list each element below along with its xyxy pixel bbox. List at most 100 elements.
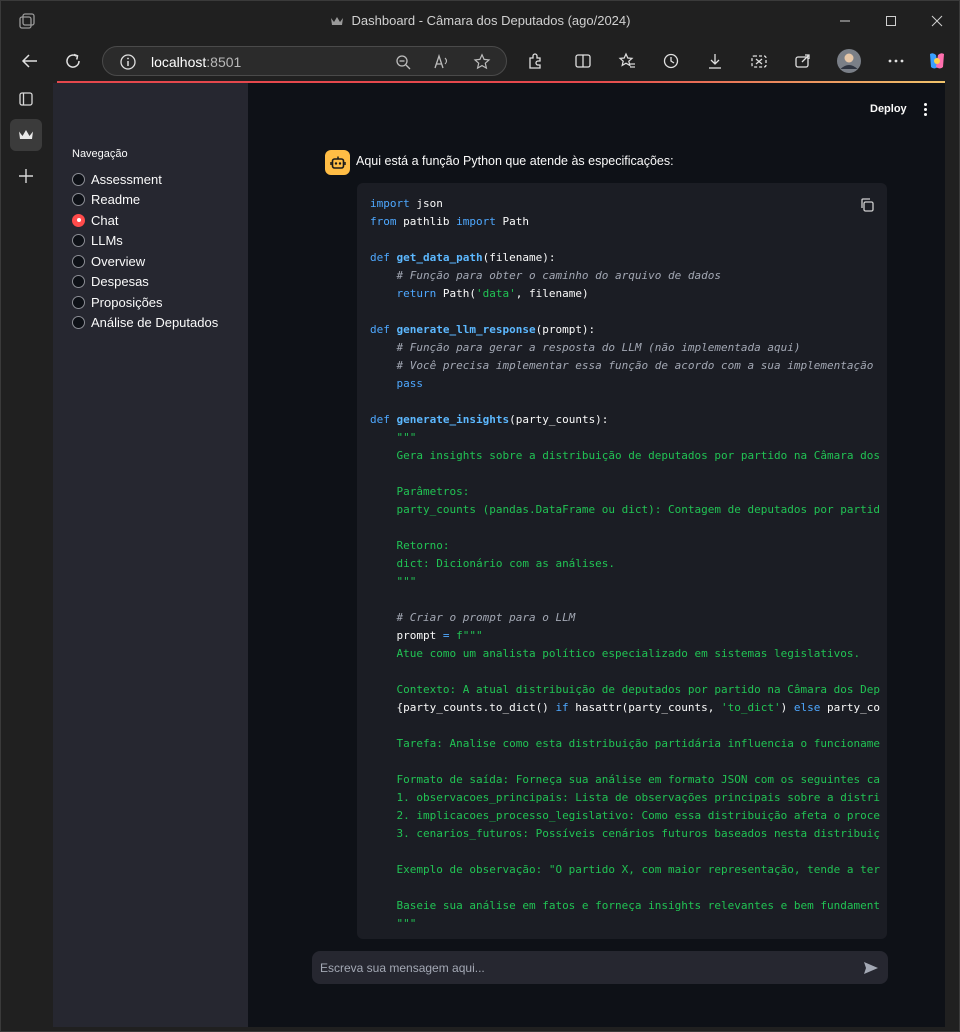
nav-option-label: Assessment [91, 171, 162, 187]
radio-button[interactable] [72, 234, 85, 248]
code-token: import [456, 215, 496, 228]
code-line: def generate_insights(party_counts): [370, 411, 880, 429]
profile-button[interactable] [834, 47, 864, 75]
nav-option-llms[interactable]: LLMs [72, 231, 218, 252]
screenshot-button[interactable] [744, 47, 774, 75]
read-aloud-button[interactable] [430, 51, 454, 73]
code-token: ) [780, 701, 794, 714]
assistant-message-text: Aqui está a função Python que atende às … [356, 154, 674, 168]
robot-icon [329, 156, 346, 169]
tab-actions-button[interactable] [10, 83, 42, 115]
code-token: Path( [436, 287, 476, 300]
more-button[interactable] [881, 47, 911, 75]
code-token: party_co [820, 701, 880, 714]
add-favorite-button[interactable] [470, 51, 494, 73]
address-bar[interactable]: localhost:8501 [102, 46, 507, 76]
radio-button[interactable] [72, 316, 85, 330]
code-token: Formato de saída: Forneça sua análise em… [396, 773, 880, 786]
sidebar: Navegação Assessment Readme Chat LLMs Ov… [53, 83, 248, 1027]
favorites-button[interactable] [612, 47, 642, 75]
send-icon[interactable] [863, 960, 879, 976]
code-token: (prompt): [535, 323, 596, 336]
nav-option-analise-deputados[interactable]: Análise de Deputados [72, 313, 218, 334]
radio-button[interactable] [72, 295, 85, 309]
assistant-avatar [325, 150, 350, 175]
url-text[interactable]: localhost:8501 [151, 54, 241, 70]
back-button[interactable] [15, 47, 45, 75]
maximize-icon [886, 16, 896, 26]
split-screen-button[interactable] [568, 47, 598, 75]
code-token: Parâmetros: [396, 485, 470, 498]
code-token: pass [396, 377, 424, 390]
nav-option-despesas[interactable]: Despesas [72, 272, 218, 293]
close-button[interactable] [919, 9, 955, 33]
share-button[interactable] [788, 47, 818, 75]
nav-option-label: Chat [91, 212, 119, 228]
code-token: Baseie sua análise em fatos e forneça in… [396, 899, 880, 912]
nav-option-assessment[interactable]: Assessment [72, 169, 218, 190]
code-content: import json from pathlib import Path def … [370, 195, 880, 933]
radio-button[interactable] [72, 254, 85, 268]
code-line: prompt = f""" [370, 627, 880, 645]
copilot-icon [930, 53, 944, 69]
radio-button[interactable] [72, 275, 85, 289]
minimize-button[interactable] [827, 9, 863, 33]
code-token: # Você precisa implementar essa função d… [396, 359, 874, 372]
code-token: 3. cenarios_futuros: Possíveis cenários … [396, 827, 880, 840]
downloads-icon [709, 54, 721, 69]
code-token: f""" [456, 629, 483, 642]
main-menu-button[interactable] [919, 99, 931, 119]
code-token: hasattr(party_counts, [568, 701, 722, 714]
window-title: Dashboard - Câmara dos Deputados (ago/20… [1, 13, 959, 28]
history-icon [663, 53, 679, 69]
zoom-button[interactable] [391, 51, 415, 73]
radio-button-selected[interactable] [72, 213, 85, 227]
code-token: Contexto: A atual distribuição de deputa… [396, 683, 880, 696]
code-token: from [370, 215, 397, 228]
streamlit-app: Navegação Assessment Readme Chat LLMs Ov… [53, 83, 945, 1027]
chat-input[interactable]: Escreva sua mensagem aqui... [312, 951, 888, 984]
code-line: Gera insights sobre a distribuição de de… [370, 447, 880, 465]
tab-actions-icon [19, 92, 33, 106]
code-line: 1. observacoes_principais: Lista de obse… [370, 789, 880, 807]
tab-streamlit-dashboard[interactable] [10, 119, 42, 151]
code-line: # Você precisa implementar essa função d… [370, 357, 880, 375]
code-token: Path [495, 215, 529, 228]
code-line: def generate_llm_response(prompt): [370, 321, 880, 339]
code-line: from pathlib import Path [370, 213, 880, 231]
new-tab-button[interactable] [10, 160, 42, 192]
nav-option-overview[interactable]: Overview [72, 251, 218, 272]
downloads-button[interactable] [700, 47, 730, 75]
reload-button[interactable] [58, 47, 88, 75]
site-info-button[interactable] [116, 51, 140, 73]
nav-option-proposicoes[interactable]: Proposições [72, 292, 218, 313]
nav-option-readme[interactable]: Readme [72, 190, 218, 211]
copilot-button[interactable] [922, 47, 952, 75]
code-token: return [396, 287, 437, 300]
nav-option-label: Despesas [91, 274, 149, 290]
radio-button[interactable] [72, 193, 85, 207]
maximize-button[interactable] [873, 9, 909, 33]
extensions-button[interactable] [520, 47, 550, 75]
reload-icon [66, 53, 80, 68]
nav-option-chat[interactable]: Chat [72, 210, 218, 231]
deploy-button[interactable]: Deploy [870, 103, 907, 115]
screenshot-icon [751, 55, 767, 68]
code-line: 2. implicacoes_processo_legislativo: Com… [370, 807, 880, 825]
code-token: """ [396, 917, 417, 930]
history-button[interactable] [656, 47, 686, 75]
code-line: return Path('data', filename) [370, 285, 880, 303]
radio-button[interactable] [72, 172, 85, 186]
